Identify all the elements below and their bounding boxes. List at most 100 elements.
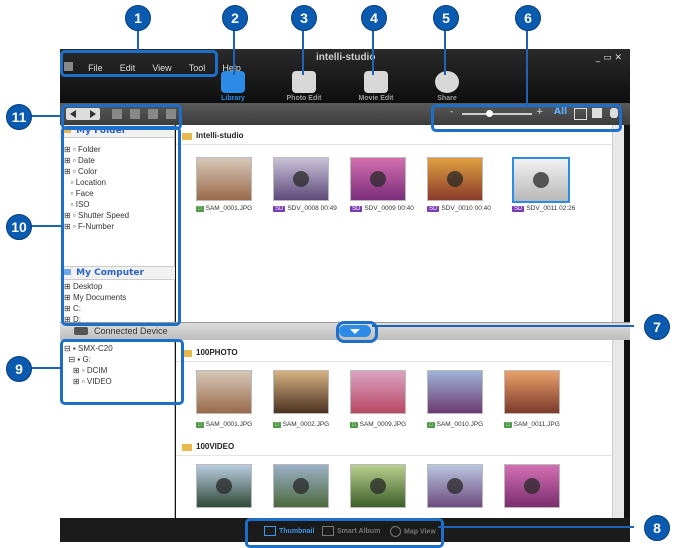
device-video-folder-name: 100VIDEO (196, 442, 235, 451)
device-photo-thumb-2[interactable] (350, 370, 406, 414)
video-badge: SD (273, 206, 286, 212)
library-caption-0: □ SAM_0001.JPG (196, 205, 252, 212)
play-icon (370, 478, 386, 494)
callout-3: 3 (291, 5, 317, 31)
callout-6: 6 (515, 5, 541, 31)
callout-line-2 (233, 27, 235, 75)
callout-line-9 (28, 367, 62, 369)
caption-duration: 00:40 (397, 205, 414, 212)
callout-1: 1 (125, 5, 151, 31)
photo-badge: □ (504, 422, 512, 428)
play-icon (370, 171, 386, 187)
callout-2: 2 (222, 5, 248, 31)
caption-text: SDV_0010 (441, 205, 473, 212)
folder-icon (182, 444, 192, 451)
callout-line-5 (444, 27, 446, 75)
device-video-thumb-0[interactable] (196, 464, 252, 508)
caption-text: SDV_0011 (526, 205, 558, 212)
tool-photo-edit-label: Photo Edit (286, 95, 322, 102)
caption-text: SAM_0002.JPG (282, 421, 330, 428)
caption-text: SDV_0009 (364, 205, 396, 212)
movie-edit-icon (364, 71, 388, 93)
callout-line-3 (302, 27, 304, 75)
library-thumb-4[interactable] (512, 157, 570, 203)
play-icon (447, 478, 463, 494)
library-thumb-2[interactable] (350, 157, 406, 201)
caption-text: SAM_0001.JPG (205, 205, 253, 212)
window-controls: _ ▭ ✕ (596, 53, 622, 63)
caption-text: SAM_0001.JPG (205, 421, 253, 428)
device-photo-thumb-1[interactable] (273, 370, 329, 414)
device-photo-folder-bar: 100PHOTO (176, 348, 616, 362)
tool-share-label: Share (437, 95, 457, 102)
photo-badge: □ (427, 422, 435, 428)
callout-8: 8 (644, 515, 670, 541)
maximize-button[interactable]: ▭ (603, 53, 612, 63)
library-thumb-1[interactable] (273, 157, 329, 201)
callout-9: 9 (6, 356, 32, 382)
library-caption-1: SD SDV_0008 00:49 (273, 205, 337, 212)
callout-7: 7 (644, 314, 670, 340)
device-photo-thumb-0[interactable] (196, 370, 252, 414)
caption-text: SAM_0011.JPG (513, 421, 560, 428)
tool-movie-edit-label: Movie Edit (358, 95, 394, 102)
photo-badge: □ (273, 422, 281, 428)
device-photo-folder-name: 100PHOTO (196, 348, 238, 357)
library-thumb-3[interactable] (427, 157, 483, 201)
play-icon (524, 478, 540, 494)
caption-duration: 02:26 (559, 205, 576, 212)
close-button[interactable]: ✕ (614, 53, 622, 63)
caption-text: SDV_0008 (287, 205, 319, 212)
device-video-thumb-2[interactable] (350, 464, 406, 508)
play-icon (293, 171, 309, 187)
library-scrollbar[interactable] (612, 125, 624, 322)
tool-library[interactable]: Library (216, 71, 250, 102)
callout-line-4 (372, 27, 374, 75)
menu-highlight (60, 50, 218, 77)
device-photo-thumb-4[interactable] (504, 370, 560, 414)
device-photo-caption-3: □ SAM_0010.JPG (427, 421, 483, 428)
caption-text: SAM_0010.JPG (436, 421, 484, 428)
tool-share[interactable]: Share (430, 71, 464, 102)
callout-5: 5 (433, 5, 459, 31)
callout-11: 11 (6, 104, 32, 130)
device-tree-highlight (60, 339, 184, 405)
device-photo-caption-0: □ SAM_0001.JPG (196, 421, 252, 428)
caption-duration: 00:49 (320, 205, 337, 212)
minimize-button[interactable]: _ (596, 53, 601, 63)
callout-line-7 (372, 325, 634, 327)
device-video-folder-bar: 100VIDEO (176, 442, 616, 456)
caption-text: SAM_0009.JPG (359, 421, 407, 428)
callout-4: 4 (361, 5, 387, 31)
photo-badge: □ (196, 206, 204, 212)
tool-photo-edit[interactable]: Photo Edit (284, 71, 324, 102)
video-badge: SD (427, 206, 440, 212)
device-photo-caption-1: □ SAM_0002.JPG (273, 421, 329, 428)
app-brand: intelli-studio (316, 52, 376, 63)
left-pane-highlight (61, 126, 181, 326)
library-caption-4: SD SDV_0011 02:26 (512, 205, 575, 212)
library-thumb-0[interactable] (196, 157, 252, 201)
device-photo-caption-4: □ SAM_0011.JPG (504, 421, 560, 428)
device-video-thumb-1[interactable] (273, 464, 329, 508)
photo-badge: □ (196, 422, 204, 428)
callout-line-6 (526, 27, 528, 105)
device-icon (74, 327, 88, 335)
view-controls-highlight (431, 104, 622, 132)
library-content: Intelli-studio □ SAM_0001.JPG SD SDV_0008 … (176, 125, 624, 322)
device-photo-thumb-3[interactable] (427, 370, 483, 414)
callout-line-11 (28, 115, 62, 117)
play-icon (293, 478, 309, 494)
tool-movie-edit[interactable]: Movie Edit (356, 71, 396, 102)
device-video-thumb-4[interactable] (504, 464, 560, 508)
bottom-bar-highlight (245, 518, 444, 548)
photo-badge: □ (350, 422, 358, 428)
callout-10: 10 (6, 214, 32, 240)
caption-duration: 00:40 (474, 205, 491, 212)
video-badge: SD (350, 206, 363, 212)
device-video-thumb-3[interactable] (427, 464, 483, 508)
connected-device-title: Connected Device (94, 326, 168, 336)
video-badge: SD (512, 206, 525, 212)
device-scrollbar[interactable] (612, 340, 624, 518)
tool-library-label: Library (221, 95, 245, 102)
